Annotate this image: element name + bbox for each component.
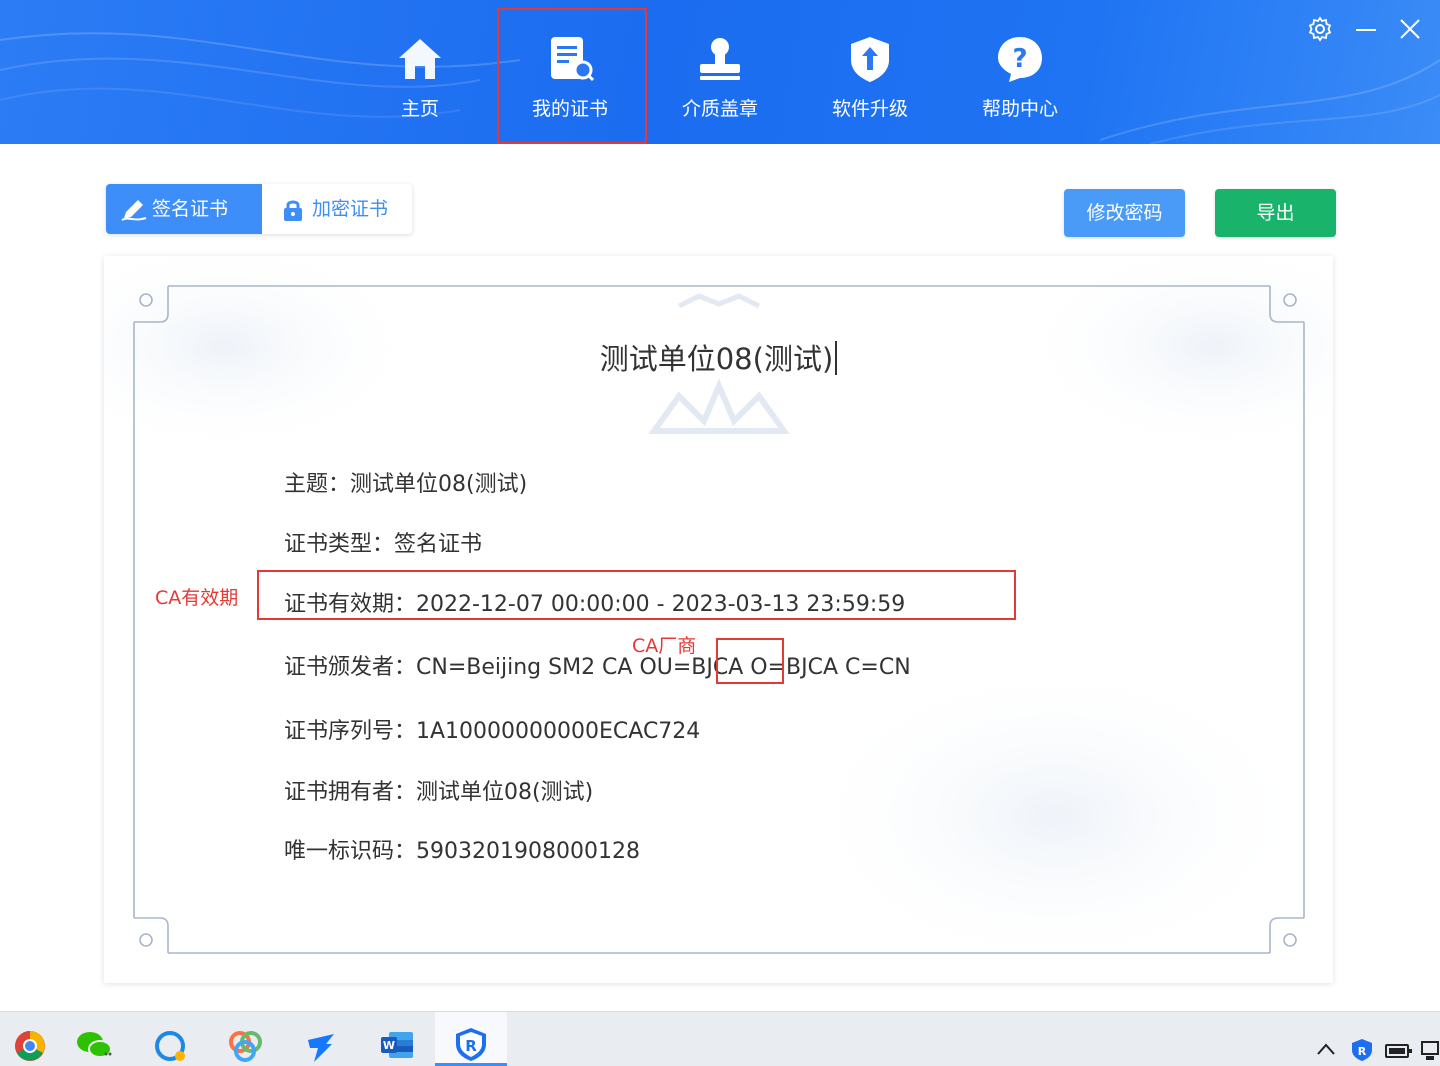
nav-item-stamp[interactable]: 介质盖章 (645, 0, 795, 144)
taskbar-cert-app[interactable]: R (435, 1012, 507, 1066)
svg-text:R: R (465, 1037, 477, 1055)
colorful-app-icon (229, 1031, 262, 1062)
dingtalk-icon (308, 1034, 334, 1062)
field-subject: 主题：测试单位08(测试) (284, 472, 528, 497)
certificate-title: 测试单位08(测试) (104, 336, 1333, 378)
taskbar: W R R (0, 1011, 1440, 1066)
field-issuer: 证书颁发者：CN=Beijing SM2 CA OU=BJCA O=BJCA C… (284, 655, 911, 680)
word-icon: W (381, 1032, 413, 1058)
gear-icon[interactable] (1307, 16, 1333, 42)
tab-encrypt-certificate[interactable]: 加密证书 (262, 184, 412, 234)
field-type: 证书类型：签名证书 (284, 532, 483, 557)
taskbar-colorful-app[interactable] (215, 1012, 275, 1066)
nav-label-stamp: 介质盖章 (681, 98, 758, 120)
annotation-vendor-box (716, 638, 784, 684)
nav-label-upgrade: 软件升级 (831, 98, 908, 120)
nav-item-help[interactable]: ? 帮助中心 (945, 0, 1095, 144)
network-icon[interactable] (1420, 1040, 1440, 1062)
taskbar-wechat[interactable] (62, 1012, 122, 1066)
tab-encrypt-label: 加密证书 (312, 198, 389, 220)
nav-selected-highlight-box (497, 8, 647, 144)
nav-item-home[interactable]: 主页 (345, 0, 495, 144)
field-unique-id: 唯一标识码：5903201908000128 (284, 839, 640, 864)
annotation-validity-note: CA有效期 (155, 587, 239, 609)
shield-r-tray-icon[interactable]: R (1350, 1038, 1374, 1062)
taskbar-word[interactable]: W (365, 1012, 425, 1066)
taskbar-chat[interactable] (140, 1012, 200, 1066)
home-icon (399, 39, 441, 79)
chevron-up-icon[interactable] (1316, 1042, 1336, 1056)
help-icon: ? (998, 37, 1042, 82)
close-icon[interactable] (1397, 16, 1423, 42)
svg-text:R: R (1358, 1045, 1367, 1058)
lock-icon (284, 200, 302, 221)
nav-label-home: 主页 (400, 98, 439, 120)
pen-icon (121, 200, 147, 221)
taskbar-dingtalk[interactable] (290, 1012, 350, 1066)
text-caret (835, 341, 838, 375)
nav-item-upgrade[interactable]: 软件升级 (795, 0, 945, 144)
annotation-vendor-note: CA厂商 (632, 635, 697, 657)
certificate-tabs: 签名证书 加密证书 (106, 184, 412, 234)
wechat-icon (77, 1032, 112, 1058)
tab-sign-label: 签名证书 (152, 198, 229, 220)
app-header: 主页 我的证书 介质盖章 软件升级 ? 帮助中心 (0, 0, 1440, 144)
export-button[interactable]: 导出 (1215, 189, 1336, 237)
battery-icon[interactable] (1385, 1042, 1413, 1060)
minimize-icon[interactable] (1353, 16, 1379, 42)
annotation-validity-box (257, 570, 1016, 620)
nav-label-help: 帮助中心 (981, 98, 1058, 120)
chat-bubble-icon (155, 1031, 185, 1061)
taskbar-chrome[interactable] (0, 1012, 60, 1066)
change-password-button[interactable]: 修改密码 (1064, 189, 1185, 237)
field-serial: 证书序列号：1A10000000000ECAC724 (284, 719, 701, 744)
shield-upgrade-icon (851, 37, 889, 82)
tab-sign-certificate[interactable]: 签名证书 (106, 184, 262, 234)
stamp-icon (700, 38, 740, 80)
svg-text:?: ? (1012, 44, 1027, 74)
svg-text:W: W (383, 1039, 395, 1052)
shield-r-icon: R (456, 1028, 486, 1061)
chrome-icon (15, 1031, 45, 1061)
field-owner: 证书拥有者：测试单位08(测试) (284, 780, 594, 805)
